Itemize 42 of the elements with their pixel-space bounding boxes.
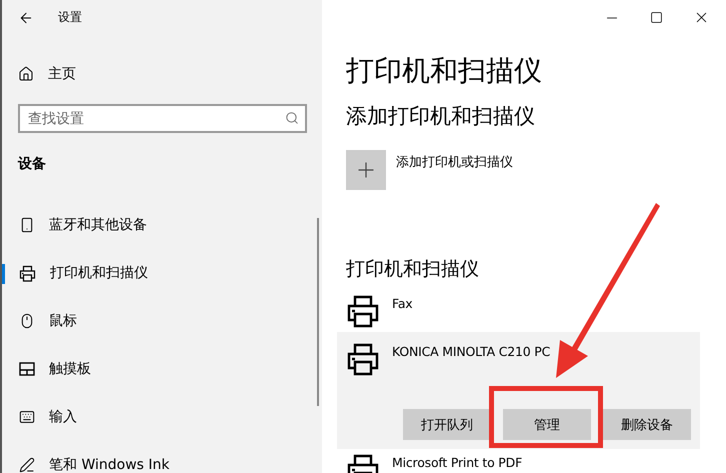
- touchpad-icon: [19, 362, 35, 376]
- item-label: 打印机和扫描仪: [50, 264, 148, 282]
- printer-item[interactable]: Fax: [337, 284, 700, 332]
- action-button[interactable]: 删除设备: [603, 409, 691, 440]
- search-field[interactable]: 查找设置: [18, 104, 307, 133]
- item-label: 鼠标: [49, 312, 77, 330]
- sidebar-item[interactable]: 打印机和扫描仪: [2, 249, 322, 297]
- section-heading: 打印机和扫描仪: [346, 257, 480, 282]
- item-label: 输入: [49, 408, 77, 426]
- section-heading: 添加打印机和扫描仪: [346, 103, 536, 130]
- item-label: 笔和 Windows Ink: [49, 456, 170, 473]
- printer-item[interactable]: Microsoft Print to PDF: [337, 449, 700, 473]
- sidebar-item[interactable]: 笔和 Windows Ink: [2, 441, 322, 473]
- search-icon: [285, 111, 299, 125]
- printer-name: Fax: [392, 296, 412, 313]
- home-label: 主页: [48, 65, 76, 83]
- printer-icon: [346, 342, 380, 376]
- maximize-icon[interactable]: [650, 11, 663, 24]
- sidebar-item[interactable]: 触摸板: [2, 345, 322, 393]
- sidebar-item[interactable]: 蓝牙和其他设备: [2, 201, 322, 249]
- printer-name: Microsoft Print to PDF: [392, 455, 522, 472]
- printer-icon: [346, 294, 380, 328]
- action-button[interactable]: 管理: [503, 409, 591, 440]
- sidebar-item[interactable]: 输入: [2, 393, 322, 441]
- action-button[interactable]: 打开队列: [403, 409, 491, 440]
- device-icon: [19, 217, 35, 233]
- section-heading: 设备: [16, 155, 47, 174]
- printer-name: KONICA MINOLTA C210 PC: [392, 344, 550, 361]
- pen-icon: [19, 457, 35, 473]
- printer-icon: [19, 264, 36, 282]
- home-link[interactable]: 主页: [2, 54, 322, 94]
- keyboard-icon: [19, 409, 35, 425]
- sidebar-item[interactable]: 鼠标: [2, 297, 322, 345]
- window-title: 设置: [58, 9, 82, 26]
- add-printer-link[interactable]: 添加打印机或扫描仪: [396, 153, 513, 190]
- home-icon: [18, 66, 34, 82]
- printer-item-panel[interactable]: KONICA MINOLTA C210 PC 打开队列 管理 删除设备: [337, 332, 700, 449]
- mouse-icon: [19, 313, 35, 329]
- scrollbar[interactable]: [317, 218, 319, 406]
- item-label: 触摸板: [49, 360, 91, 378]
- page-title: 打印机和扫描仪: [346, 53, 543, 89]
- item-label: 蓝牙和其他设备: [49, 216, 147, 234]
